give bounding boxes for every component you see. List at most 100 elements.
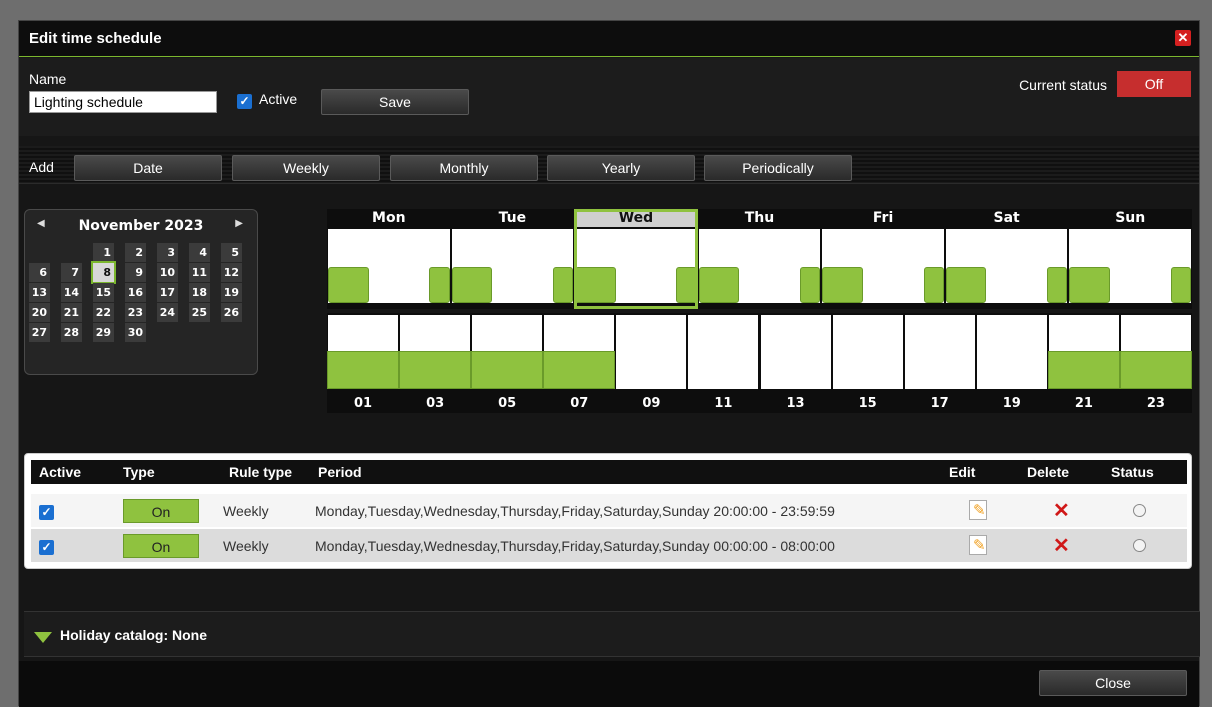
hour-column[interactable]	[904, 315, 975, 389]
edit-icon[interactable]: ✎	[969, 500, 987, 520]
rule-type-cell: Weekly	[223, 503, 269, 519]
holiday-catalog-section[interactable]: Holiday catalog: None	[24, 611, 1200, 657]
calendar-day[interactable]: 11	[189, 263, 210, 282]
calendar-day[interactable]: 16	[125, 283, 146, 302]
day-header-tue[interactable]: Tue	[451, 209, 575, 227]
hour-label: 17	[930, 396, 949, 411]
hour-column[interactable]	[688, 315, 759, 389]
calendar-day[interactable]: 30	[125, 323, 146, 342]
status-radio-icon	[1133, 504, 1146, 517]
hour-label: 21	[1074, 396, 1093, 411]
close-icon[interactable]: ✕	[1175, 30, 1191, 46]
hour-column[interactable]	[616, 315, 687, 389]
on-period-block	[399, 351, 472, 389]
checkmark-icon: ✓	[39, 505, 54, 520]
calendar-day[interactable]: 27	[29, 323, 50, 342]
day-header-thu[interactable]: Thu	[698, 209, 822, 227]
on-period-block	[328, 267, 369, 303]
on-period-block	[945, 267, 987, 303]
hour-label: 07	[570, 396, 589, 411]
delete-icon[interactable]: ✕	[1053, 498, 1070, 523]
calendar-day[interactable]: 28	[61, 323, 82, 342]
calendar-day[interactable]: 7	[61, 263, 82, 282]
on-period-block	[1170, 267, 1191, 303]
on-period-block	[1069, 267, 1110, 303]
calendar-day[interactable]: 14	[61, 283, 82, 302]
calendar-day[interactable]: 24	[157, 303, 178, 322]
on-period-block	[429, 267, 450, 303]
delete-icon[interactable]: ✕	[1053, 533, 1070, 558]
hour-label: 15	[858, 396, 877, 411]
hour-label: 03	[426, 396, 445, 411]
save-button[interactable]: Save	[321, 89, 469, 115]
header-type: Type	[123, 464, 155, 480]
row-active-checkbox[interactable]: ✓	[39, 503, 54, 520]
schedule-name-input[interactable]	[29, 91, 217, 113]
daily-schedule-strip: 01 03 05 07 09 11 13 15 17 19 21 23	[327, 313, 1192, 413]
on-period-block	[471, 351, 544, 389]
calendar-day[interactable]: 20	[29, 303, 50, 322]
calendar-day[interactable]: 6	[29, 263, 50, 282]
calendar-day[interactable]: 10	[157, 263, 178, 282]
calendar-day[interactable]: 5	[221, 243, 242, 262]
close-button[interactable]: Close	[1039, 670, 1187, 696]
day-header-fri[interactable]: Fri	[821, 209, 945, 227]
header-active: Active	[39, 464, 82, 480]
on-period-block	[451, 267, 493, 303]
weekly-schedule-strip: Mon Tue Wed Thu Fri Sat Sun	[327, 209, 1192, 309]
header-status: Status	[1111, 464, 1154, 480]
on-period-block	[1047, 267, 1068, 303]
calendar-day[interactable]: 8	[91, 261, 116, 284]
calendar-day[interactable]: 21	[61, 303, 82, 322]
day-header-sun[interactable]: Sun	[1068, 209, 1192, 227]
calendar-day[interactable]: 15	[93, 283, 114, 302]
calendar-day[interactable]: 3	[157, 243, 178, 262]
current-status-badge: Off	[1117, 71, 1191, 97]
calendar-day[interactable]: 25	[189, 303, 210, 322]
day-header-mon[interactable]: Mon	[327, 209, 451, 227]
add-periodically-button[interactable]: Periodically	[704, 155, 852, 181]
hour-label: 19	[1002, 396, 1021, 411]
calendar-day[interactable]: 9	[125, 263, 146, 282]
holiday-catalog-label: Holiday catalog: None	[60, 627, 208, 643]
row-active-checkbox[interactable]: ✓	[39, 538, 54, 555]
hour-column[interactable]	[832, 315, 903, 389]
calendar-day[interactable]: 18	[189, 283, 210, 302]
add-monthly-button[interactable]: Monthly	[390, 155, 538, 181]
day-header-sat[interactable]: Sat	[945, 209, 1069, 227]
edit-time-schedule-dialog: Edit time schedule ✕ Name ✓ Active Save …	[18, 20, 1200, 707]
calendar-day[interactable]: 23	[125, 303, 146, 322]
calendar-day[interactable]: 2	[125, 243, 146, 262]
calendar-day[interactable]: 12	[221, 263, 242, 282]
on-period-block	[698, 267, 740, 303]
add-date-button[interactable]: Date	[74, 155, 222, 181]
add-weekly-button[interactable]: Weekly	[232, 155, 380, 181]
edit-icon[interactable]: ✎	[969, 535, 987, 555]
calendar-day[interactable]: 22	[93, 303, 114, 322]
header-edit: Edit	[949, 464, 976, 480]
calendar-day[interactable]: 19	[221, 283, 242, 302]
calendar-day[interactable]: 13	[29, 283, 50, 302]
calendar-day[interactable]: 1	[93, 243, 114, 262]
on-period-block	[923, 267, 944, 303]
add-yearly-button[interactable]: Yearly	[547, 155, 695, 181]
current-status-label: Current status	[1019, 77, 1107, 93]
calendar-day[interactable]: 29	[93, 323, 114, 342]
on-period-block	[1047, 351, 1120, 389]
calendar-day[interactable]: 17	[157, 283, 178, 302]
type-badge: On	[123, 499, 199, 523]
on-period-block	[327, 351, 400, 389]
header-period: Period	[318, 464, 362, 480]
active-checkbox[interactable]: ✓	[237, 92, 252, 109]
add-label: Add	[29, 159, 54, 175]
dialog-titlebar: Edit time schedule ✕	[19, 21, 1199, 57]
hour-column[interactable]	[760, 315, 831, 389]
on-period-block	[1119, 351, 1192, 389]
calendar-day[interactable]: 26	[221, 303, 242, 322]
table-row: ✓ On Weekly Monday,Tuesday,Wednesday,Thu…	[31, 494, 1187, 527]
hour-column[interactable]	[976, 315, 1047, 389]
next-month-icon[interactable]: ▶	[235, 218, 243, 229]
expand-triangle-icon[interactable]	[34, 632, 52, 643]
calendar-day[interactable]: 4	[189, 243, 210, 262]
period-cell: Monday,Tuesday,Wednesday,Thursday,Friday…	[315, 538, 835, 554]
